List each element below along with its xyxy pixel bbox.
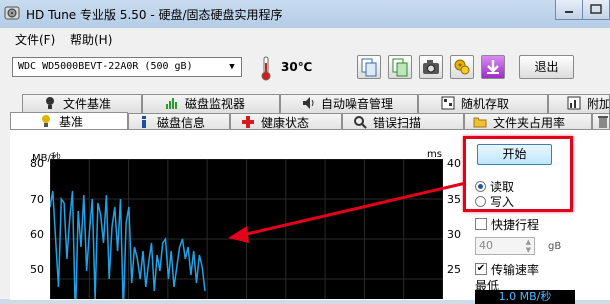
annotation-arrow xyxy=(228,181,467,243)
